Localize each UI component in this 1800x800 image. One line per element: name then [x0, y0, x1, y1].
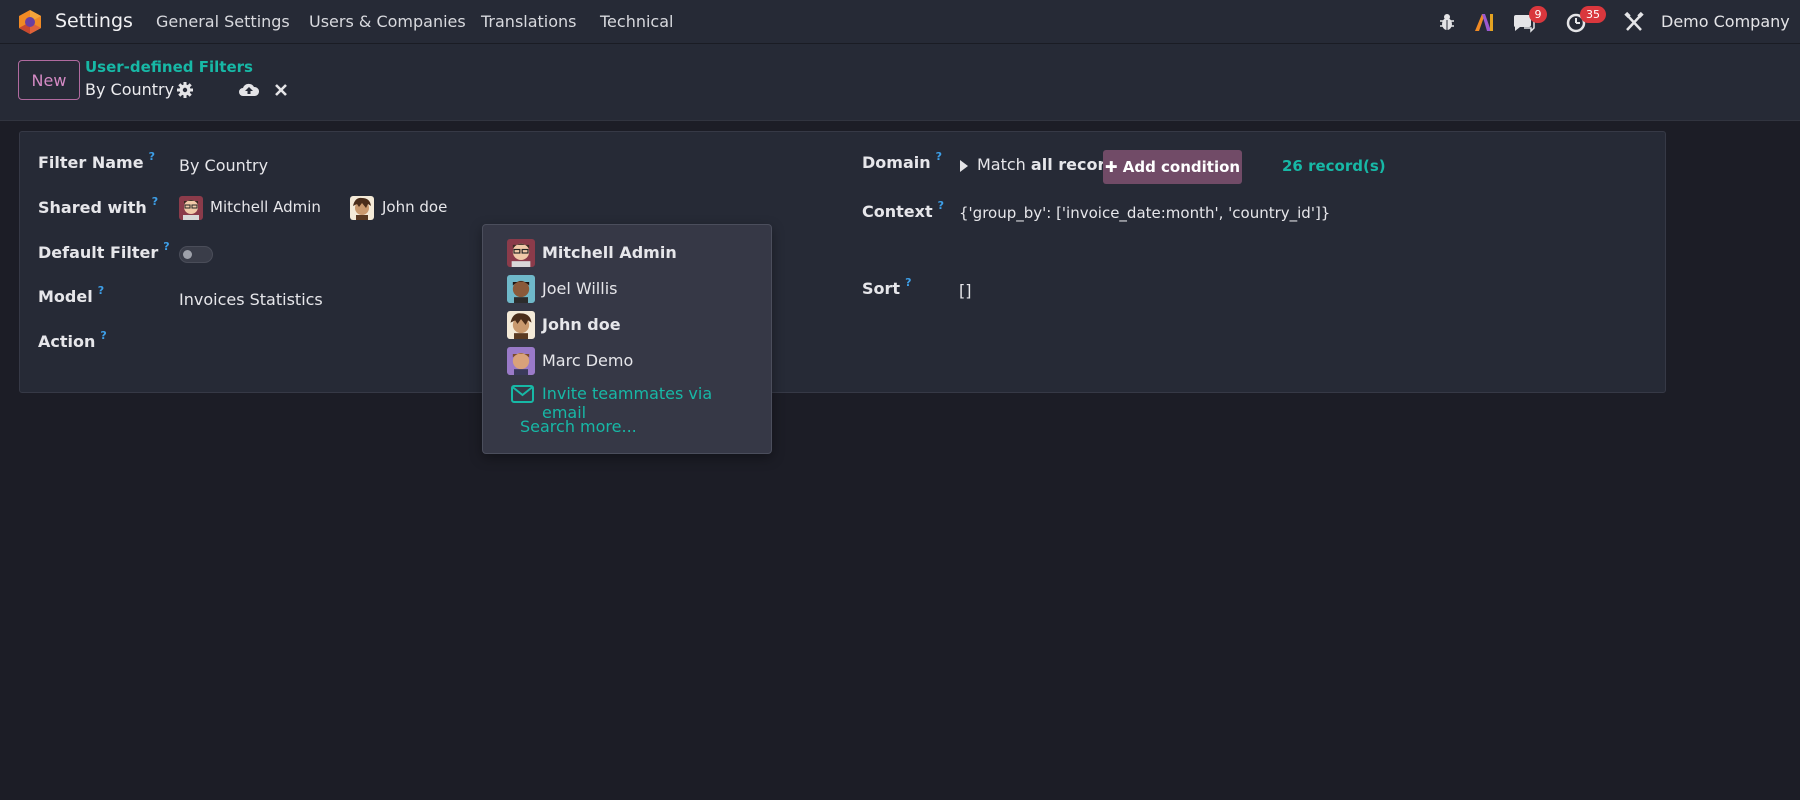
- model-label: Model?: [38, 284, 105, 306]
- sort-label: Sort?: [862, 276, 912, 298]
- record-title: By Country: [85, 80, 175, 99]
- avatar: [179, 196, 203, 220]
- help-icon[interactable]: ?: [152, 195, 158, 208]
- caret-right-icon[interactable]: [959, 160, 968, 172]
- avatar: [507, 275, 535, 303]
- help-icon[interactable]: ?: [938, 199, 944, 212]
- invite-teammates-link[interactable]: Invite teammates via email: [507, 383, 757, 422]
- avatar: [507, 347, 535, 375]
- help-icon[interactable]: ?: [905, 276, 911, 289]
- dropdown-option-label: Marc Demo: [542, 351, 634, 370]
- menu-users-companies[interactable]: Users & Companies: [309, 12, 466, 31]
- filter-name-field[interactable]: By Country: [179, 156, 268, 175]
- filter-name-label: Filter Name?: [38, 150, 155, 172]
- default-filter-label: Default Filter?: [38, 240, 170, 262]
- app-title[interactable]: Settings: [55, 10, 133, 32]
- context-field[interactable]: {'group_by': ['invoice_date:month', 'cou…: [959, 204, 1330, 222]
- tools-icon[interactable]: [1624, 11, 1644, 33]
- ai-icon[interactable]: [1473, 11, 1495, 33]
- add-condition-button[interactable]: ✚ Add condition: [1103, 150, 1242, 184]
- plus-icon: ✚: [1104, 158, 1123, 176]
- avatar: [350, 196, 374, 220]
- gear-icon[interactable]: [176, 81, 194, 99]
- menu-technical[interactable]: Technical: [600, 12, 673, 31]
- cloud-upload-icon[interactable]: [238, 81, 260, 99]
- menu-translations[interactable]: Translations: [481, 12, 577, 31]
- activities-badge: 35: [1580, 6, 1606, 23]
- breadcrumb-link[interactable]: User-defined Filters: [85, 58, 253, 76]
- envelope-icon: [511, 385, 534, 403]
- messages-badge: 9: [1529, 6, 1547, 23]
- dropdown-option-label: Mitchell Admin: [542, 243, 677, 262]
- dropdown-option-mitchell-admin[interactable]: Mitchell Admin: [507, 237, 757, 267]
- help-icon[interactable]: ?: [149, 150, 155, 163]
- top-navbar: Settings General Settings Users & Compan…: [0, 0, 1800, 44]
- help-icon[interactable]: ?: [163, 240, 169, 253]
- dropdown-option-john-doe[interactable]: John doe: [507, 309, 757, 339]
- shared-user-tag[interactable]: John doe: [382, 198, 447, 216]
- dropdown-option-label: John doe: [542, 315, 621, 334]
- model-field[interactable]: Invoices Statistics: [179, 290, 323, 309]
- help-icon[interactable]: ?: [100, 329, 106, 342]
- shared-user-tag[interactable]: Mitchell Admin: [210, 198, 321, 216]
- bug-icon[interactable]: [1438, 11, 1456, 33]
- close-icon[interactable]: [273, 82, 289, 98]
- records-count-link[interactable]: 26 record(s): [1282, 157, 1386, 175]
- menu-general-settings[interactable]: General Settings: [156, 12, 290, 31]
- help-icon[interactable]: ?: [936, 150, 942, 163]
- shared-with-label: Shared with?: [38, 195, 159, 217]
- user-autocomplete-dropdown: Mitchell Admin Joel Willis John doe Marc…: [482, 224, 772, 454]
- default-filter-toggle[interactable]: [179, 246, 213, 263]
- dropdown-option-marc-demo[interactable]: Marc Demo: [507, 345, 757, 375]
- dropdown-option-label: Joel Willis: [542, 279, 618, 298]
- company-switcher[interactable]: Demo Company: [1661, 12, 1790, 31]
- search-more-link[interactable]: Search more...: [520, 417, 637, 436]
- action-label: Action?: [38, 329, 107, 351]
- avatar: [507, 311, 535, 339]
- domain-label: Domain?: [862, 150, 943, 172]
- avatar: [507, 239, 535, 267]
- control-panel: New User-defined Filters By Country: [0, 44, 1800, 121]
- app-logo-icon[interactable]: [17, 9, 43, 35]
- new-button[interactable]: New: [18, 60, 80, 100]
- help-icon[interactable]: ?: [98, 284, 104, 297]
- context-label: Context?: [862, 199, 944, 221]
- dropdown-option-joel-willis[interactable]: Joel Willis: [507, 273, 757, 303]
- sort-field[interactable]: []: [959, 281, 971, 300]
